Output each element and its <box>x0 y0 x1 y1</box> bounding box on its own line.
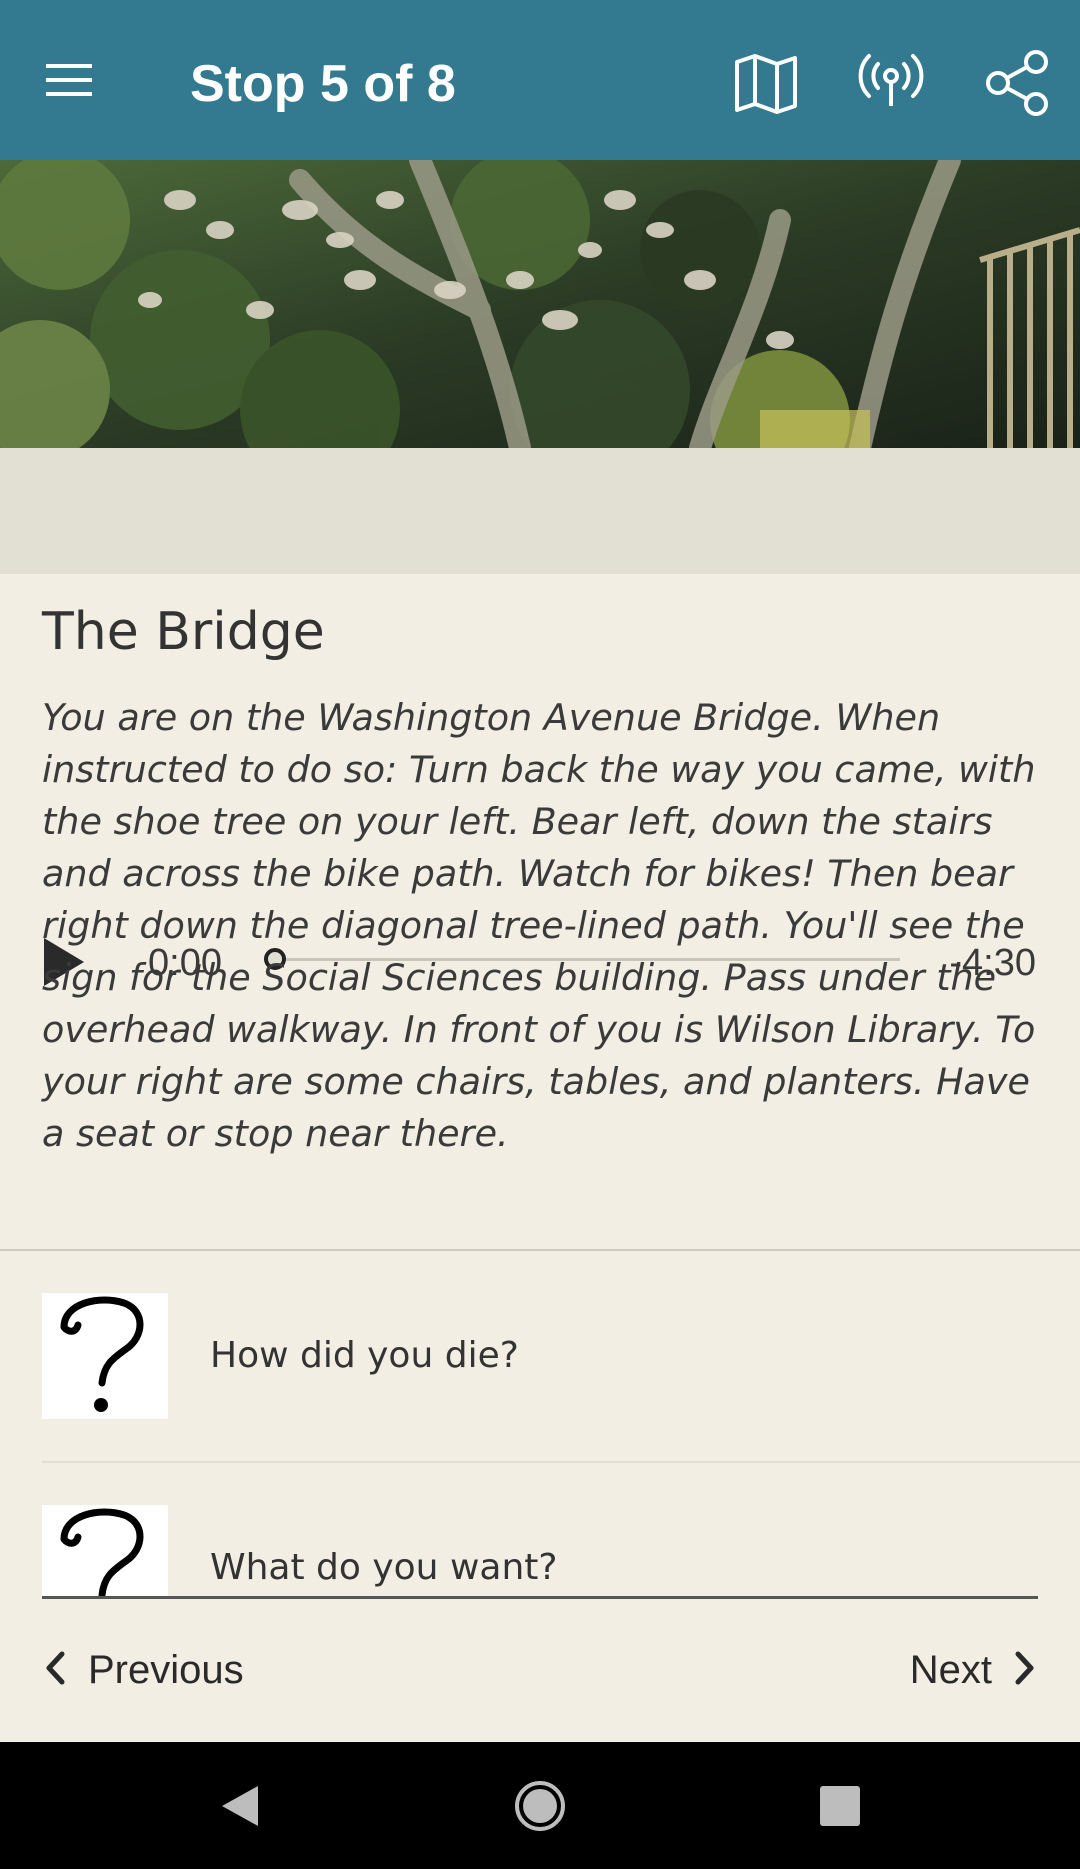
previous-label: Previous <box>88 1647 244 1692</box>
stop-title: The Bridge <box>42 602 325 662</box>
chevron-right-icon <box>1014 1651 1036 1690</box>
stop-description: You are on the Washington Avenue Bridge.… <box>42 696 1036 1155</box>
previous-button[interactable]: Previous <box>44 1640 244 1700</box>
shoe-tree-photo <box>0 160 1080 448</box>
app-bar: Stop 5 of 8 <box>0 0 1080 160</box>
list-item-question-2[interactable]: What do you want? <box>0 1463 1080 1598</box>
question-label: What do you want? <box>210 1547 558 1588</box>
question-label: How did you die? <box>210 1335 519 1376</box>
next-label: Next <box>909 1647 992 1692</box>
list-item-question-1[interactable]: How did you die? <box>0 1251 1080 1421</box>
share-icon[interactable] <box>984 50 1050 116</box>
page-title: Stop 5 of 8 <box>190 55 456 113</box>
back-icon[interactable] <box>212 1778 268 1834</box>
beacon-icon[interactable] <box>858 50 924 116</box>
next-button[interactable]: Next <box>910 1640 1036 1700</box>
stop-navigation: Previous Next <box>0 1620 1080 1720</box>
list-bottom-edge <box>42 1596 1038 1599</box>
question-mark-icon <box>42 1505 168 1598</box>
question-mark-icon <box>42 1293 168 1419</box>
system-nav-bar <box>0 1742 1080 1869</box>
home-icon[interactable] <box>512 1778 568 1834</box>
recents-icon[interactable] <box>812 1778 868 1834</box>
map-icon[interactable] <box>733 50 799 116</box>
chevron-left-icon <box>44 1651 66 1690</box>
menu-icon[interactable] <box>40 56 104 104</box>
